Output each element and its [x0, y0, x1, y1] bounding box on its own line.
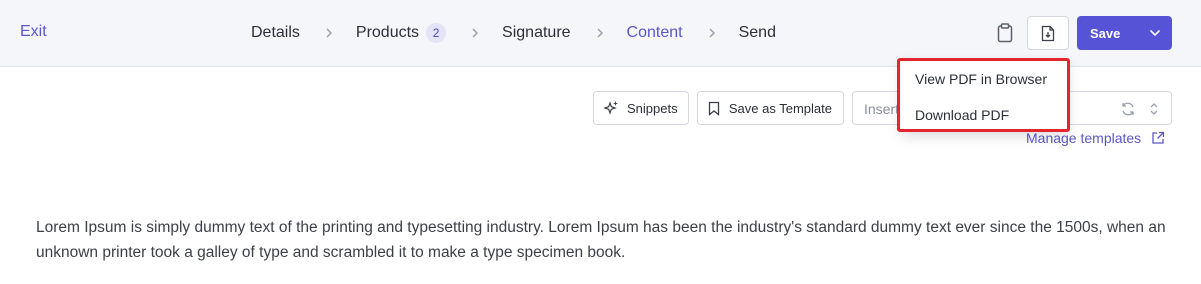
products-count-badge: 2: [426, 23, 447, 43]
snippets-label: Snippets: [627, 100, 678, 116]
step-signature[interactable]: Signature: [502, 24, 571, 42]
save-button[interactable]: Save: [1077, 16, 1172, 50]
chevron-right-icon: [590, 23, 610, 43]
external-link-icon: [1150, 131, 1165, 146]
sparkles-icon: [603, 100, 619, 116]
top-bar: Exit Details Products 2 Signature Conten…: [0, 0, 1201, 67]
select-chevron-icon: [1147, 101, 1161, 117]
chevron-right-icon: [702, 23, 722, 43]
snippets-button[interactable]: Snippets: [593, 91, 689, 125]
save-as-template-label: Save as Template: [728, 100, 832, 116]
pdf-menu-button[interactable]: [1027, 16, 1069, 50]
manage-templates-link[interactable]: Manage templates: [1026, 130, 1165, 146]
chevron-right-icon: [465, 23, 485, 43]
step-label: Products: [355, 24, 420, 41]
pdf-file-icon: [1041, 25, 1055, 41]
pdf-dropdown-menu: View PDF in Browser Download PDF: [900, 60, 1068, 132]
save-as-template-button[interactable]: Save as Template: [697, 91, 844, 125]
chevron-down-icon[interactable]: [1146, 24, 1164, 42]
exit-link[interactable]: Exit: [20, 23, 47, 41]
step-details[interactable]: Details: [251, 24, 300, 42]
save-button-label: Save: [1090, 25, 1121, 41]
step-label: Content: [626, 24, 683, 41]
chevron-right-icon: [319, 23, 339, 43]
view-pdf-menu-item[interactable]: View PDF in Browser: [915, 71, 1047, 87]
step-send[interactable]: Send: [739, 24, 776, 42]
clipboard-button[interactable]: [993, 21, 1017, 45]
bookmark-icon: [707, 100, 721, 116]
step-content[interactable]: Content: [627, 24, 683, 42]
content-paragraph[interactable]: Lorem Ipsum is simply dummy text of the …: [36, 215, 1176, 265]
clipboard-icon: [997, 23, 1013, 43]
download-pdf-menu-item[interactable]: Download PDF: [915, 107, 1009, 123]
manage-templates-label: Manage templates: [1026, 130, 1142, 146]
step-label: Details: [251, 24, 300, 41]
step-products[interactable]: Products 2: [355, 23, 447, 43]
step-navigation: Details Products 2 Signature Content Sen…: [251, 22, 776, 44]
step-label: Send: [738, 24, 776, 41]
step-label: Signature: [502, 24, 571, 41]
refresh-icon[interactable]: [1120, 101, 1136, 117]
